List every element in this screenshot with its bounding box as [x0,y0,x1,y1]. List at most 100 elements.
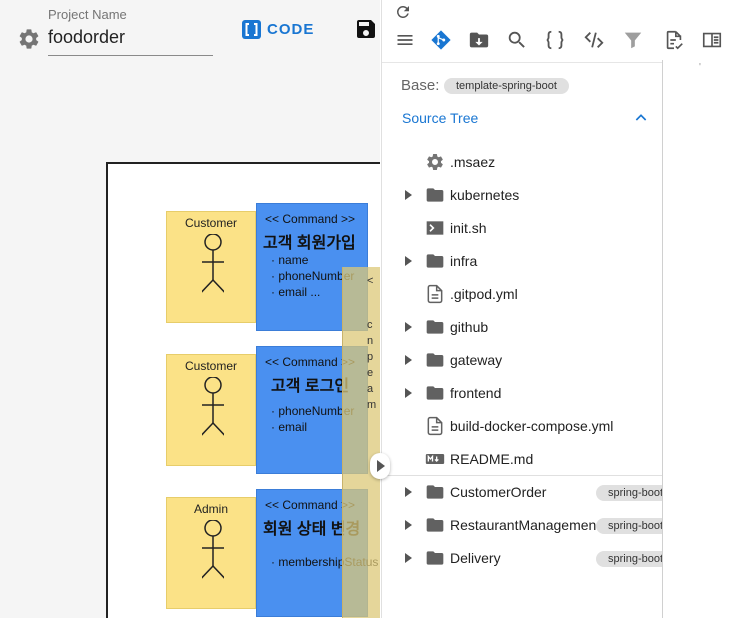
actor-label: Customer [184,359,237,373]
code-preview-panel: ' Base: template-spring-boot Source Tree… [381,0,734,618]
expand-arrow-icon[interactable] [405,190,412,200]
overlay-char: e [367,367,374,379]
tree-item-label: gateway [450,352,503,368]
save-icon[interactable] [354,17,378,41]
tree-item[interactable]: init.sh [382,214,662,242]
tree-item-label: CustomerOrder [450,484,547,500]
actor-sticker[interactable]: Customer [166,211,256,323]
tree-item[interactable]: Delivery spring-boot [382,544,662,572]
expand-arrow-icon[interactable] [405,355,412,365]
tree-item-label: infra [450,253,478,269]
refresh-icon[interactable] [394,3,412,21]
overlay-char: n [367,335,374,347]
expand-arrow-icon[interactable] [405,256,412,266]
tree-item-label: RestaurantManagement [450,517,596,533]
tree-item[interactable]: infra [382,247,662,275]
overlay-char: m [367,399,377,411]
source-tree-header[interactable]: Source Tree [402,110,478,126]
tree-item[interactable]: frontend [382,379,662,407]
git-icon [431,30,451,50]
expand-arrow-icon[interactable] [405,322,412,332]
folder-icon [426,353,444,367]
file-icon [427,284,443,304]
braces-button[interactable] [542,27,568,53]
tree-separator [382,475,662,476]
panel-column-divider [662,60,663,618]
terminal-icon [426,221,444,235]
actor-sticker[interactable]: Admin [166,497,256,609]
tree-item[interactable]: .msaez [382,148,662,176]
scroll-marker: ' [699,62,701,73]
menu-icon [397,35,413,45]
filter-button[interactable] [620,27,646,53]
folder-icon [426,518,444,532]
checklist-button[interactable] [661,27,687,53]
curly-braces-icon [546,30,564,50]
settings-gear-icon[interactable] [17,27,41,51]
tree-item-label: kubernetes [450,187,520,203]
search-icon [508,31,525,48]
panel-collapse-handle[interactable] [370,453,390,479]
folder-icon [426,188,444,202]
download-button[interactable] [466,27,492,53]
folder-icon [426,551,444,565]
tree-item-label: .msaez [450,154,496,170]
base-template-chip[interactable]: template-spring-boot [444,78,569,94]
folder-icon [426,254,444,268]
split-view-button[interactable] [699,27,725,53]
command-stereotype: << Command >> [265,212,356,226]
overlay-char: a [367,383,374,395]
expand-arrow-icon[interactable] [405,388,412,398]
tree-item-label: .gitpod.yml [450,286,518,302]
stick-figure-icon [202,234,224,293]
tree-item[interactable]: github [382,313,662,341]
tree-item[interactable]: CustomerOrder spring-boot [382,478,662,506]
tree-item[interactable]: build-docker-compose.yml [382,412,662,440]
search-button[interactable] [504,27,530,53]
code-button[interactable]: CODE [242,18,314,40]
actor-sticker[interactable]: Customer [166,354,256,466]
spring-boot-chip: spring-boot [596,518,662,534]
spring-boot-chip: spring-boot [596,485,662,501]
base-label: Base: [401,77,440,94]
spring-boot-chip: spring-boot [596,551,662,567]
folder-icon [426,320,444,334]
actor-label: Admin [193,502,228,516]
tree-item-label: README.md [450,451,534,467]
tree-item[interactable]: README.md [382,445,662,473]
actor-label: Customer [184,216,237,230]
tree-item-label: github [450,319,489,335]
expand-arrow-icon[interactable] [405,487,412,497]
overlay-char: c [367,319,373,331]
project-name-label: Project Name [48,7,127,22]
aggregate-sticker[interactable]: < c n p e a m [342,267,380,618]
panel-toolbar [382,27,734,55]
code-diff-button[interactable] [581,27,607,53]
command-name: 고객 회원가입 [263,235,356,252]
menu-button[interactable] [392,27,418,53]
file-check-icon [666,30,683,50]
split-view-icon [702,32,722,48]
tree-item-label: init.sh [450,220,487,236]
tree-item[interactable]: .gitpod.yml [382,280,662,308]
filter-icon [624,32,642,49]
expand-arrow-icon[interactable] [405,520,412,530]
tree-item[interactable]: RestaurantManagement spring-boot [382,511,662,539]
modeling-canvas[interactable]: Project Name foodorder CODE Customer Cus… [0,0,380,618]
tree-item-label: build-docker-compose.yml [450,418,614,434]
folder-download-icon [469,32,489,48]
folder-icon [426,485,444,499]
project-name-input[interactable]: foodorder [48,25,213,56]
code-button-label: CODE [267,20,315,38]
expand-arrow-icon[interactable] [405,553,412,563]
tree-item-label: Delivery [450,550,501,566]
file-icon [427,416,443,436]
stick-figure-icon [202,377,224,436]
tree-item-label: frontend [450,385,502,401]
git-button[interactable] [428,27,454,53]
overlay-char: p [367,351,374,363]
tree-item[interactable]: gateway [382,346,662,374]
command-name: 고객 로그인 [271,378,350,395]
tree-item[interactable]: kubernetes [382,181,662,209]
chevron-up-icon[interactable] [633,110,649,126]
